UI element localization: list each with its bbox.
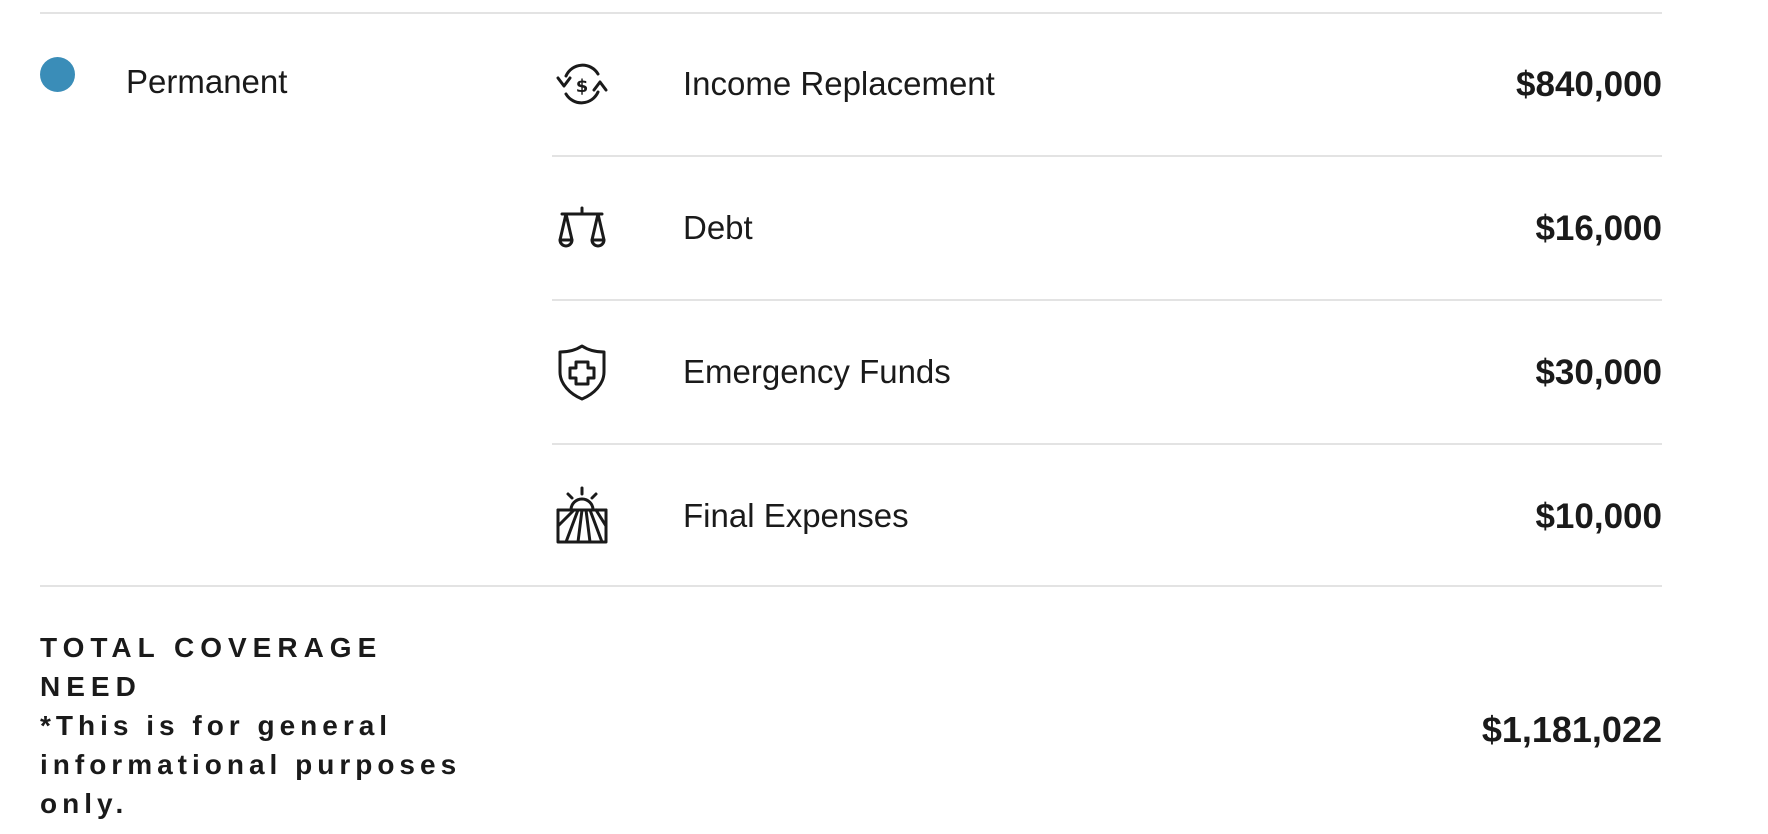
total-disclaimer: *This is for general informational purpo… — [40, 710, 462, 819]
total-divider — [40, 585, 1662, 587]
row-value-final-expenses: $10,000 — [1535, 497, 1662, 536]
row-label-emergency-funds: Emergency Funds — [683, 353, 951, 390]
row-value-emergency-funds: $30,000 — [1535, 353, 1662, 392]
row-divider — [552, 299, 1662, 301]
row-label-final-expenses: Final Expenses — [683, 497, 909, 534]
row-divider — [552, 155, 1662, 157]
row-value-income-replacement: $840,000 — [1516, 65, 1662, 104]
income-replacement-icon: $ — [552, 54, 612, 114]
svg-text:$: $ — [576, 76, 589, 97]
total-coverage-title: TOTAL COVERAGE NEED — [40, 632, 383, 702]
sunset-field-icon — [552, 486, 612, 546]
category-label: Permanent — [126, 63, 288, 100]
shield-plus-icon — [552, 342, 612, 402]
top-divider — [40, 12, 1662, 14]
scales-icon — [552, 198, 612, 258]
row-label-debt: Debt — [683, 209, 753, 246]
category-color-dot — [40, 57, 75, 92]
row-divider — [552, 443, 1662, 445]
total-coverage-value: $1,181,022 — [1481, 709, 1662, 750]
row-label-income-replacement: Income Replacement — [683, 65, 995, 102]
row-value-debt: $16,000 — [1535, 209, 1662, 248]
